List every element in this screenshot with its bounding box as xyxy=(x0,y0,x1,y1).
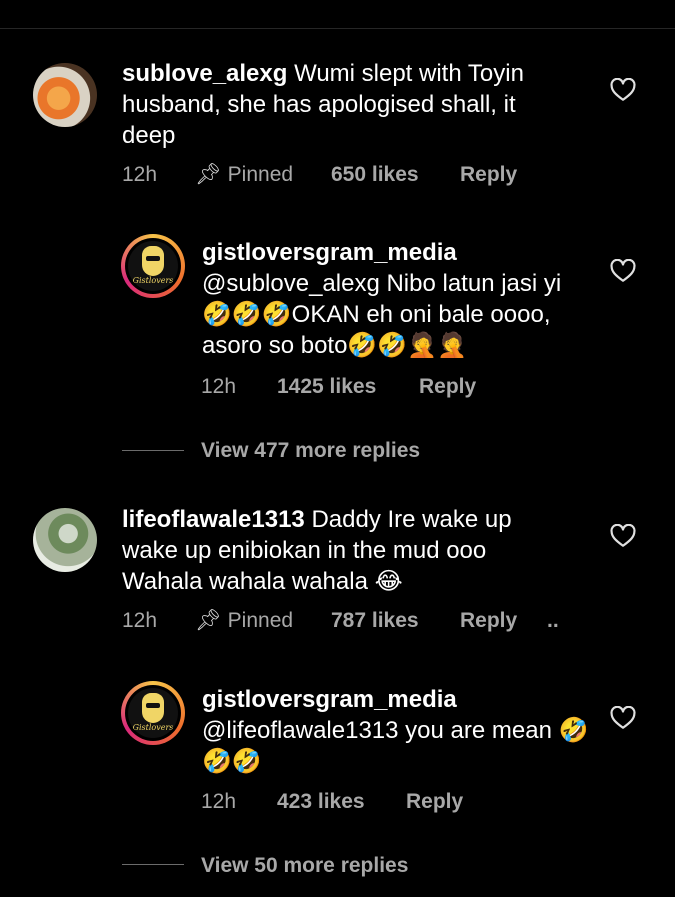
comment-2-likes[interactable]: 787 likes xyxy=(331,609,419,633)
reply-2-body: gistloversgram_media @lifeoflawale1313 y… xyxy=(202,684,602,777)
pin-icon: 📌︎ xyxy=(195,163,222,186)
comment-1-heart-icon[interactable] xyxy=(610,78,636,102)
comment-1-username[interactable]: sublove_alexg xyxy=(122,60,287,87)
comment-2-meta: 12h 📌︎ Pinned 787 likes Reply .. xyxy=(122,609,602,635)
reply-1-reply-button[interactable]: Reply xyxy=(419,375,476,399)
reply-2-reply-button[interactable]: Reply xyxy=(406,790,463,814)
reply-2-username[interactable]: gistloversgram_media xyxy=(202,684,602,715)
comment-2-heart-icon[interactable] xyxy=(610,524,636,548)
comment-2-avatar[interactable] xyxy=(33,508,97,572)
reply-1-time: 12h xyxy=(201,375,237,398)
reply-2-avatar[interactable]: Gistlovers xyxy=(121,681,185,745)
more-options-icon[interactable]: .. xyxy=(547,609,559,633)
comment-1-time: 12h xyxy=(122,163,158,186)
view-more-divider xyxy=(122,864,184,865)
avatar-logo-text: Gistlovers xyxy=(132,276,174,285)
top-divider xyxy=(0,28,675,29)
reply-1-meta: 12h 1425 likes Reply xyxy=(201,375,601,401)
view-more-divider xyxy=(122,450,184,451)
reply-1-text: @sublove_alexg Nibo latun jasi yi🤣🤣🤣OKAN… xyxy=(202,270,562,359)
reply-1-likes[interactable]: 1425 likes xyxy=(277,375,376,399)
reply-1-avatar[interactable]: Gistlovers xyxy=(121,234,185,298)
reply-1-heart-icon[interactable] xyxy=(610,259,636,283)
mask-logo-icon xyxy=(142,693,164,723)
comment-1-meta: 12h 📌︎ Pinned 650 likes Reply xyxy=(122,163,602,189)
reply-2-text: @lifeoflawale1313 you are mean 🤣🤣🤣 xyxy=(202,717,589,775)
comment-1-likes[interactable]: 650 likes xyxy=(331,163,419,187)
pin-icon: 📌︎ xyxy=(195,609,222,632)
comment-1-pinned: 📌︎ Pinned xyxy=(195,163,294,186)
comment-2-time: 12h xyxy=(122,609,158,632)
comment-1-reply-button[interactable]: Reply xyxy=(460,163,517,187)
reply-2-heart-icon[interactable] xyxy=(610,706,636,730)
mask-logo-icon xyxy=(142,246,164,276)
view-more-replies-2[interactable]: View 50 more replies xyxy=(201,854,408,878)
comment-2-body: lifeoflawale1313 Daddy Ire wake up wake … xyxy=(122,504,562,597)
reply-2-time: 12h xyxy=(201,790,237,813)
reply-1-body: gistloversgram_media @sublove_alexg Nibo… xyxy=(202,237,582,361)
comment-2-pinned: 📌︎ Pinned xyxy=(195,609,294,632)
reply-2-meta: 12h 423 likes Reply xyxy=(201,790,601,816)
comment-2-username[interactable]: lifeoflawale1313 xyxy=(122,506,305,533)
view-more-replies-1[interactable]: View 477 more replies xyxy=(201,439,420,463)
avatar-logo-text: Gistlovers xyxy=(132,723,174,732)
reply-2-likes[interactable]: 423 likes xyxy=(277,790,365,814)
reply-1-username[interactable]: gistloversgram_media xyxy=(202,237,582,268)
comment-1-avatar[interactable] xyxy=(33,63,97,127)
comment-1-body: sublove_alexg Wumi slept with Toyin husb… xyxy=(122,58,562,151)
comment-2-reply-button[interactable]: Reply xyxy=(460,609,517,633)
